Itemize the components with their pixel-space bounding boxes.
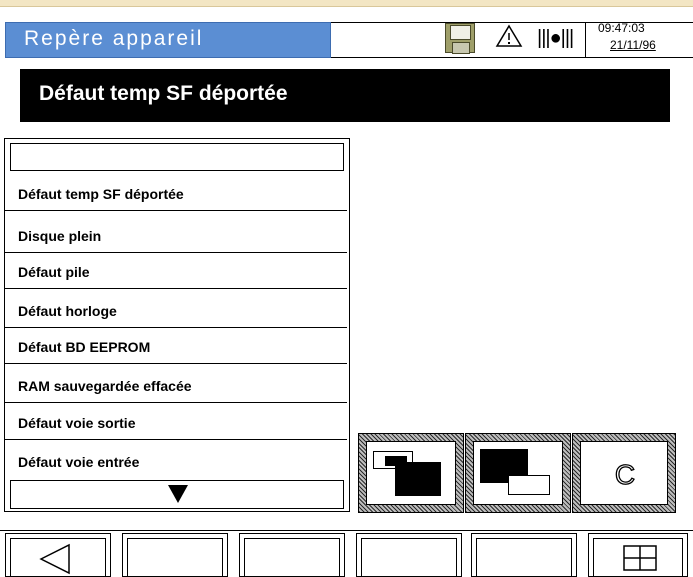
function-key-5[interactable] [471, 533, 577, 577]
page-title: Défaut temp SF déportée [39, 82, 288, 105]
list-item-label: RAM sauvegardée effacée [18, 378, 192, 394]
list-item[interactable]: Défaut temp SF déportée [5, 174, 347, 211]
list-item-label: Défaut pile [18, 264, 90, 280]
menu-grid-button[interactable] [588, 533, 688, 577]
window-front-button[interactable] [465, 433, 571, 513]
device-title: Repère appareil [24, 27, 204, 50]
floppy-disk-icon [445, 23, 475, 54]
scroll-down-button[interactable] [10, 480, 344, 509]
list-item-label: Défaut temp SF déportée [18, 186, 184, 202]
footer-divider [0, 530, 693, 531]
status-separator [585, 22, 586, 58]
list-item-label: Défaut voie sortie [18, 415, 136, 431]
clear-icon: C [580, 441, 668, 505]
function-key-4[interactable] [356, 533, 462, 577]
list-item[interactable]: Défaut voie sortie [5, 403, 347, 440]
clock-time: 09:47:03 [598, 21, 645, 35]
page-header: Défaut temp SF déportée [20, 69, 670, 122]
list-item[interactable]: Défaut pile [5, 253, 347, 289]
list-item[interactable]: RAM sauvegardée effacée [5, 364, 347, 403]
clock-date: 21/11/96 [610, 38, 656, 52]
clear-button[interactable]: C [572, 433, 676, 513]
list-item-label: Défaut horloge [18, 303, 117, 319]
scroll-down-icon [168, 485, 188, 503]
list-item[interactable]: Défaut voie entrée [5, 440, 347, 478]
top-border [0, 0, 693, 7]
window-back-icon [366, 441, 456, 505]
warning-icon [495, 24, 523, 53]
device-title-bar: Repère appareil [5, 22, 331, 58]
svg-text:C: C [615, 459, 635, 490]
back-button[interactable] [5, 533, 111, 577]
window-back-button[interactable] [358, 433, 464, 513]
function-key-2[interactable] [122, 533, 228, 577]
list-item[interactable]: Défaut horloge [5, 289, 347, 328]
list-item[interactable]: Défaut BD EEPROM [5, 328, 347, 364]
back-triangle-icon [39, 543, 70, 575]
record-icon: |||●||| [537, 27, 574, 49]
list-item-label: Défaut voie entrée [18, 454, 140, 470]
grid-icon [623, 545, 657, 571]
list-item-label: Défaut BD EEPROM [18, 339, 151, 355]
list-item-label: Disque plein [18, 228, 102, 244]
list-filter-field[interactable] [10, 143, 344, 171]
window-front-icon [473, 441, 563, 505]
list-item[interactable]: Disque plein [5, 211, 347, 253]
function-key-3[interactable] [239, 533, 345, 577]
